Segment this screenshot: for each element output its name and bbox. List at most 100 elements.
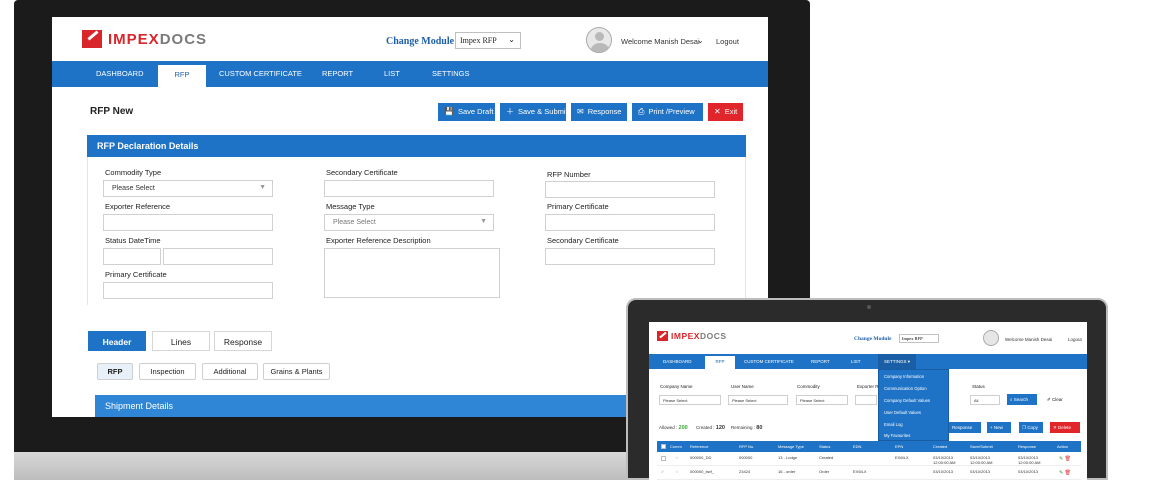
column-header[interactable]: Status — [819, 441, 830, 452]
rfp-number-input[interactable] — [545, 181, 715, 198]
laptop-screen: IMPEXDOCS Change Module Impex RFP Welcom… — [649, 322, 1087, 480]
save-submit-button[interactable]: ＋ Save & Submit — [500, 103, 568, 121]
exporter-reference-input[interactable] — [103, 214, 273, 231]
trash-icon[interactable]: 🗑 — [1065, 456, 1071, 462]
tab-lines[interactable]: Lines — [152, 331, 210, 351]
user-name-select[interactable]: Please Select — [728, 395, 788, 405]
new-button[interactable]: + New — [987, 422, 1011, 433]
star-icon[interactable]: ☆ — [675, 470, 679, 474]
column-header[interactable]: Comm — [670, 441, 682, 452]
exporter-reference-label: Exporter R — [857, 384, 879, 389]
tab-response[interactable]: Response — [214, 331, 272, 351]
nav-rfp[interactable]: RFP — [705, 356, 735, 369]
status-time-input[interactable] — [163, 248, 273, 265]
table-row[interactable]: ☆ 000000_DD 000000 13 - Lodge Created EX… — [657, 453, 1081, 466]
search-button[interactable]: ⌕ Search — [1007, 394, 1037, 405]
brand-logo[interactable]: IMPEXDOCS — [82, 30, 207, 48]
monitor-stand — [14, 452, 714, 480]
edit-icon[interactable]: ✎ — [1059, 470, 1063, 476]
secondary-certificate-label: Secondary Certificate — [326, 168, 398, 177]
avatar[interactable] — [586, 27, 612, 53]
secondary-certificate-2-input[interactable] — [545, 248, 715, 265]
menu-item-email-log[interactable]: Email Log — [884, 422, 903, 427]
floppy-icon: 💾 — [444, 107, 454, 116]
commodity-type-select[interactable]: Please Select ▼ — [103, 180, 273, 197]
nav-report[interactable]: REPORT — [322, 61, 353, 87]
select-all-checkbox[interactable] — [661, 444, 666, 449]
subtab-additional[interactable]: Additional — [202, 363, 258, 380]
chevron-down-icon: ⌄ — [508, 35, 515, 44]
exporter-reference-input[interactable] — [855, 395, 877, 405]
column-header[interactable]: Message Type — [778, 441, 804, 452]
column-header[interactable]: Created — [933, 441, 947, 452]
nav-dashboard[interactable]: DASHBOARD — [96, 61, 144, 87]
section-header-rfp-declaration: RFP Declaration Details — [87, 135, 746, 157]
plus-icon: ＋ — [506, 107, 514, 116]
nav-rfp[interactable]: RFP — [158, 65, 206, 87]
avatar[interactable] — [983, 330, 999, 346]
nav-settings[interactable]: SETTINGS — [432, 61, 470, 87]
delete-button[interactable]: ✕ Delete — [1050, 422, 1080, 433]
nav-custom-certificate[interactable]: CUSTOM CERTIFICATE — [219, 61, 302, 87]
logout-link[interactable]: Logout — [1068, 337, 1082, 342]
module-select[interactable]: Impex RFP ⌄ — [455, 32, 521, 49]
menu-item-my-favourites[interactable]: My Favourites — [884, 433, 910, 438]
response-button[interactable]: Response — [949, 422, 981, 433]
commodity-select[interactable]: Please Select — [796, 395, 848, 405]
status-date-input[interactable] — [103, 248, 161, 265]
company-name-label: Company Name — [660, 384, 693, 389]
exporter-reference-description-textarea[interactable] — [324, 248, 500, 298]
message-type-select[interactable]: Please Select ▼ — [324, 214, 494, 231]
nav-report[interactable]: REPORT — [811, 354, 830, 369]
user-menu-chevron-icon[interactable]: ⌄ — [697, 36, 704, 45]
column-header[interactable]: EPN — [895, 441, 903, 452]
nav-list[interactable]: LIST — [851, 354, 861, 369]
exit-button[interactable]: ✕ Exit — [708, 103, 743, 121]
nav-settings[interactable]: SETTINGS ▾ — [878, 354, 916, 369]
edit-icon[interactable]: ✎ — [1059, 456, 1063, 462]
exporter-reference-label: Exporter Reference — [105, 202, 171, 211]
welcome-user: Welcome Manish Desai — [1005, 337, 1053, 342]
column-header[interactable]: EDN — [853, 441, 861, 452]
primary-certificate-2-label: Primary Certificate — [547, 202, 609, 211]
subtab-rfp[interactable]: RFP — [97, 363, 133, 380]
check-icon[interactable]: ✓ — [661, 470, 664, 474]
nav-list[interactable]: LIST — [384, 61, 400, 87]
save-draft-button[interactable]: 💾 Save Draft — [438, 103, 495, 121]
nav-dashboard[interactable]: DASHBOARD — [663, 354, 692, 369]
brand-logo-small[interactable]: IMPEXDOCS — [657, 331, 727, 341]
print-preview-button[interactable]: ⎙ Print /Preview — [632, 103, 703, 121]
webcam-icon — [867, 305, 871, 309]
subtab-grains-plants[interactable]: Grains & Plants — [263, 363, 330, 380]
menu-item-user-default-values[interactable]: User Default Values — [884, 410, 921, 415]
column-header[interactable]: Save/Submit — [970, 441, 993, 452]
copy-button[interactable]: ❐ Copy — [1019, 422, 1043, 433]
column-header[interactable]: Reference — [690, 441, 708, 452]
column-header[interactable]: Response — [1018, 441, 1036, 452]
menu-item-company-default-values[interactable]: Company Default Values — [884, 398, 930, 403]
table-row[interactable]: ✓ ☆ 000000_bwf_ 23424 16 - order Order E… — [657, 467, 1081, 480]
tab-header[interactable]: Header — [88, 331, 146, 351]
trash-icon[interactable]: 🗑 — [1065, 470, 1071, 476]
status-select[interactable]: All — [970, 395, 1000, 405]
menu-item-company-information[interactable]: Company Information — [884, 374, 924, 379]
column-header[interactable]: Action — [1057, 441, 1068, 452]
primary-certificate-2-input[interactable] — [545, 214, 715, 231]
welcome-user: Welcome Manish Desai — [621, 37, 700, 46]
column-header[interactable]: RFP No. — [739, 441, 754, 452]
company-name-select[interactable]: Please Select — [659, 395, 721, 405]
clear-button[interactable]: ✐ Clear — [1047, 397, 1063, 403]
menu-item-communication-option[interactable]: Communication Option — [884, 386, 927, 391]
module-select[interactable]: Impex RFP — [899, 334, 939, 343]
nav-custom-certificate[interactable]: CUSTOM CERTIFICATE — [744, 354, 794, 369]
main-nav: DASHBOARD RFP CUSTOM CERTIFICATE REPORT … — [649, 354, 1087, 369]
secondary-certificate-input[interactable] — [324, 180, 494, 197]
star-icon[interactable]: ☆ — [675, 456, 679, 460]
created-count: Created : 120 — [696, 425, 725, 431]
logout-link[interactable]: Logout — [716, 37, 739, 46]
response-button[interactable]: ✉ Response — [571, 103, 627, 121]
copy-icon: ❐ — [1022, 425, 1027, 430]
primary-certificate-input[interactable] — [103, 282, 273, 299]
row-checkbox[interactable] — [661, 456, 666, 461]
subtab-inspection[interactable]: Inspection — [139, 363, 196, 380]
